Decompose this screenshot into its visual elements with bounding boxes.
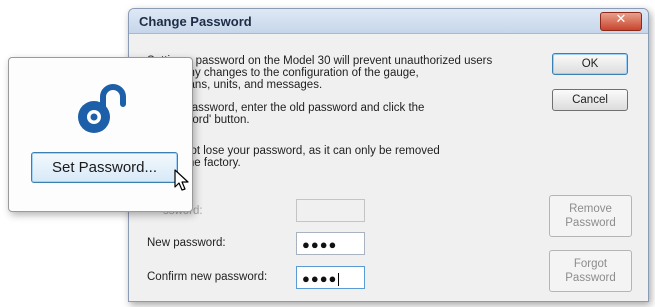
remove-password-label-2: Password: [565, 217, 616, 229]
new-password-label: New password:: [147, 237, 226, 249]
forgot-password-label-2: Password: [565, 272, 616, 284]
confirm-password-value: ●●●●: [302, 271, 338, 286]
cancel-button[interactable]: Cancel: [552, 89, 628, 111]
title-bar: Change Password ✕: [129, 9, 648, 34]
dialog-title: Change Password: [139, 14, 252, 29]
old-password-field[interactable]: [296, 199, 365, 222]
confirm-password-field[interactable]: ●●●●: [296, 266, 365, 289]
forgot-password-label-1: Forgot: [573, 258, 608, 270]
zoom-callout: Set Password...: [8, 57, 193, 212]
forgot-password-button[interactable]: Forgot Password: [549, 250, 632, 292]
set-password-button[interactable]: Set Password...: [31, 152, 178, 183]
close-button[interactable]: ✕: [600, 12, 642, 31]
mouse-pointer-icon: [174, 169, 189, 191]
ok-button[interactable]: OK: [552, 53, 628, 75]
remove-password-label-1: Remove: [569, 203, 612, 215]
change-password-dialog: Change Password ✕ Setting a password on …: [128, 8, 649, 302]
message-line-3: erspans, units, and messages.: [147, 79, 323, 91]
new-password-value: ●●●●: [302, 237, 338, 252]
message-line-5: assword' button.: [147, 114, 250, 126]
text-caret: [338, 273, 340, 287]
new-password-field[interactable]: ●●●●: [296, 232, 365, 255]
confirm-password-label: Confirm new password:: [147, 271, 268, 283]
message-line-7: ing the factory.: [147, 157, 241, 169]
unlocked-padlock-icon: [78, 84, 126, 133]
remove-password-button[interactable]: Remove Password: [549, 195, 632, 237]
close-icon: ✕: [615, 12, 627, 27]
